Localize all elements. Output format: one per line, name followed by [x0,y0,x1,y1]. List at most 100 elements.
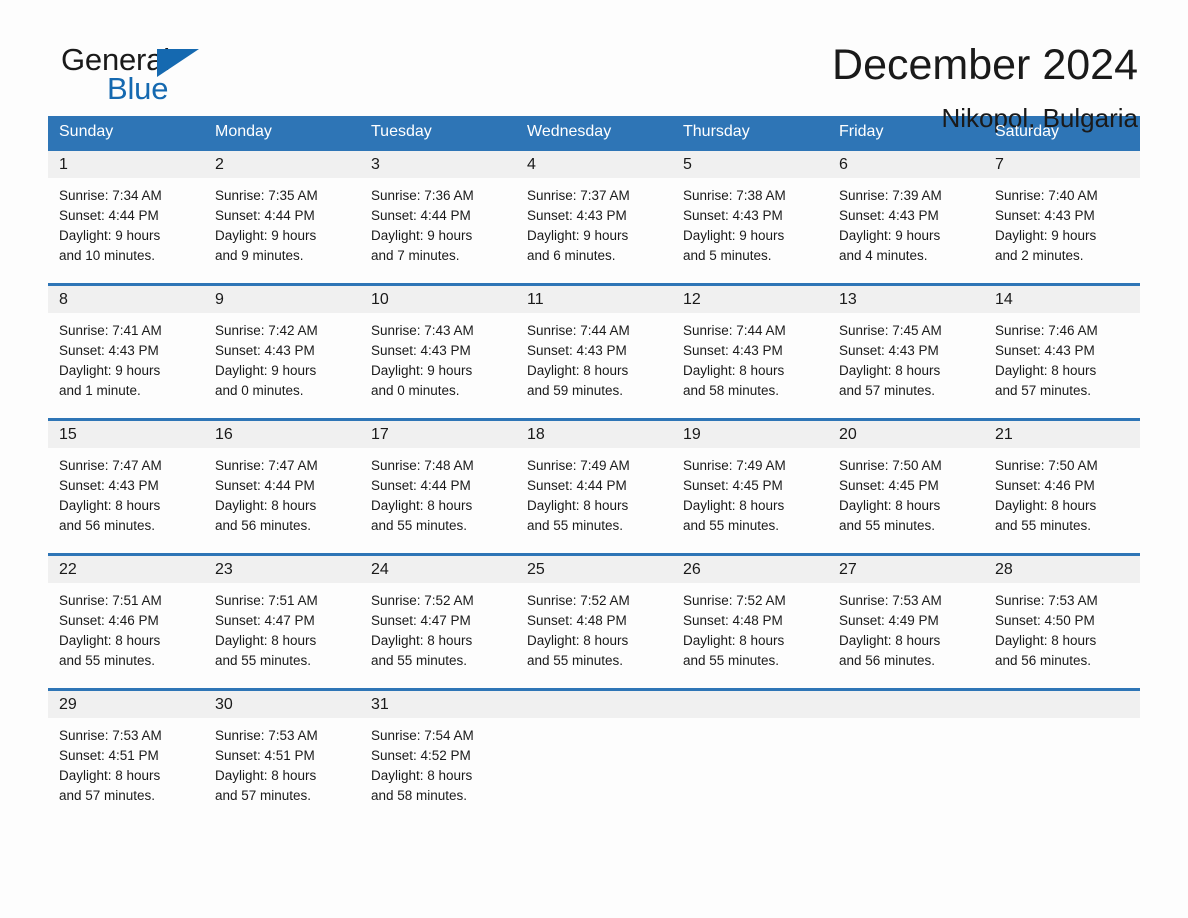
daylight-text-line2: and 56 minutes. [839,653,936,668]
day-details: Sunrise: 7:51 AM Sunset: 4:47 PM Daylight:… [204,583,360,671]
day-details: Sunrise: 7:37 AM Sunset: 4:43 PM Daylight:… [516,178,672,266]
sunrise-text: Sunrise: 7:53 AM [215,728,318,743]
daylight-text-line1: Daylight: 8 hours [59,498,161,513]
sunrise-text: Sunrise: 7:51 AM [59,593,162,608]
day-cell[interactable]: 25 Sunrise: 7:52 AM Sunset: 4:48 PM Dayligh… [516,556,672,685]
day-cell-empty [516,691,672,820]
sunrise-text: Sunrise: 7:40 AM [995,188,1098,203]
daylight-text-line1: Daylight: 8 hours [527,363,629,378]
sunset-text: Sunset: 4:51 PM [215,748,315,763]
day-cell[interactable]: 12 Sunrise: 7:44 AM Sunset: 4:43 PM Dayligh… [672,286,828,415]
day-cell[interactable]: 23 Sunrise: 7:51 AM Sunset: 4:47 PM Dayligh… [204,556,360,685]
day-number: 18 [516,421,672,448]
daylight-text-line1: Daylight: 9 hours [215,228,317,243]
daylight-text-line2: and 56 minutes. [215,518,312,533]
day-details: Sunrise: 7:46 AM Sunset: 4:43 PM Daylight:… [984,313,1140,401]
daylight-text-line2: and 55 minutes. [527,653,624,668]
calendar-grid: Sunday Monday Tuesday Wednesday Thursday… [48,116,1140,820]
day-number: 19 [672,421,828,448]
daylight-text-line1: Daylight: 9 hours [839,228,941,243]
day-cell[interactable]: 2 Sunrise: 7:35 AM Sunset: 4:44 PM Daylight… [204,151,360,280]
page-header: General Blue December 2024 Nikopol, Bulg… [48,0,1140,132]
day-cell[interactable]: 8 Sunrise: 7:41 AM Sunset: 4:43 PM Daylight… [48,286,204,415]
day-cell[interactable]: 20 Sunrise: 7:50 AM Sunset: 4:45 PM Dayligh… [828,421,984,550]
day-cell[interactable]: 24 Sunrise: 7:52 AM Sunset: 4:47 PM Dayligh… [360,556,516,685]
sunset-text: Sunset: 4:48 PM [683,613,783,628]
logo-text-blue: Blue [107,71,169,106]
daylight-text-line2: and 1 minute. [59,383,141,398]
day-cell[interactable]: 16 Sunrise: 7:47 AM Sunset: 4:44 PM Dayligh… [204,421,360,550]
sunrise-text: Sunrise: 7:49 AM [527,458,630,473]
weekday-tuesday: Tuesday [371,123,432,140]
day-cell[interactable]: 15 Sunrise: 7:47 AM Sunset: 4:43 PM Dayligh… [48,421,204,550]
daylight-text-line2: and 58 minutes. [683,383,780,398]
daylight-text-line1: Daylight: 8 hours [683,498,785,513]
daylight-text-line1: Daylight: 8 hours [59,768,161,783]
day-number: 23 [204,556,360,583]
day-cell[interactable]: 22 Sunrise: 7:51 AM Sunset: 4:46 PM Dayligh… [48,556,204,685]
day-number: 7 [984,151,1140,178]
daylight-text-line1: Daylight: 8 hours [995,633,1097,648]
day-cell[interactable]: 17 Sunrise: 7:48 AM Sunset: 4:44 PM Dayligh… [360,421,516,550]
sunrise-text: Sunrise: 7:52 AM [683,593,786,608]
daylight-text-line1: Daylight: 8 hours [527,633,629,648]
daylight-text-line1: Daylight: 8 hours [995,498,1097,513]
weeks-container: 1 Sunrise: 7:34 AM Sunset: 4:44 PM Daylight… [48,148,1140,820]
sunset-text: Sunset: 4:43 PM [995,208,1095,223]
sunrise-text: Sunrise: 7:47 AM [215,458,318,473]
day-number [672,691,828,718]
week-row: 15 Sunrise: 7:47 AM Sunset: 4:43 PM Dayligh… [48,418,1140,550]
day-cell[interactable]: 13 Sunrise: 7:45 AM Sunset: 4:43 PM Dayligh… [828,286,984,415]
week-row: 8 Sunrise: 7:41 AM Sunset: 4:43 PM Daylight… [48,283,1140,415]
day-cell[interactable]: 26 Sunrise: 7:52 AM Sunset: 4:48 PM Dayligh… [672,556,828,685]
week-row: 29 Sunrise: 7:53 AM Sunset: 4:51 PM Dayligh… [48,688,1140,820]
day-cell[interactable]: 29 Sunrise: 7:53 AM Sunset: 4:51 PM Dayligh… [48,691,204,820]
day-details: Sunrise: 7:39 AM Sunset: 4:43 PM Daylight:… [828,178,984,266]
weekday-monday: Monday [215,123,272,140]
day-cell[interactable]: 10 Sunrise: 7:43 AM Sunset: 4:43 PM Dayligh… [360,286,516,415]
daylight-text-line1: Daylight: 8 hours [215,633,317,648]
sunrise-text: Sunrise: 7:43 AM [371,323,474,338]
day-cell[interactable]: 21 Sunrise: 7:50 AM Sunset: 4:46 PM Dayligh… [984,421,1140,550]
weekday-saturday: Saturday [995,123,1060,140]
sunset-text: Sunset: 4:44 PM [215,478,315,493]
daylight-text-line1: Daylight: 8 hours [839,633,941,648]
day-cell[interactable]: 1 Sunrise: 7:34 AM Sunset: 4:44 PM Daylight… [48,151,204,280]
day-cell[interactable]: 11 Sunrise: 7:44 AM Sunset: 4:43 PM Dayligh… [516,286,672,415]
day-cell[interactable]: 31 Sunrise: 7:54 AM Sunset: 4:52 PM Dayligh… [360,691,516,820]
day-cell[interactable]: 6 Sunrise: 7:39 AM Sunset: 4:43 PM Daylight… [828,151,984,280]
day-cell[interactable]: 28 Sunrise: 7:53 AM Sunset: 4:50 PM Dayligh… [984,556,1140,685]
day-cell[interactable]: 18 Sunrise: 7:49 AM Sunset: 4:44 PM Dayligh… [516,421,672,550]
day-details: Sunrise: 7:42 AM Sunset: 4:43 PM Daylight:… [204,313,360,401]
daylight-text-line2: and 55 minutes. [371,653,468,668]
day-cell[interactable]: 5 Sunrise: 7:38 AM Sunset: 4:43 PM Daylight… [672,151,828,280]
day-cell[interactable]: 7 Sunrise: 7:40 AM Sunset: 4:43 PM Daylight… [984,151,1140,280]
sunset-text: Sunset: 4:44 PM [371,478,471,493]
day-number: 17 [360,421,516,448]
day-cell-empty [828,691,984,820]
daylight-text-line1: Daylight: 9 hours [215,363,317,378]
day-number: 27 [828,556,984,583]
week-row: 22 Sunrise: 7:51 AM Sunset: 4:46 PM Dayligh… [48,553,1140,685]
daylight-text-line2: and 5 minutes. [683,248,772,263]
day-cell[interactable]: 3 Sunrise: 7:36 AM Sunset: 4:44 PM Daylight… [360,151,516,280]
sunrise-text: Sunrise: 7:37 AM [527,188,630,203]
day-cell[interactable]: 14 Sunrise: 7:46 AM Sunset: 4:43 PM Dayligh… [984,286,1140,415]
daylight-text-line1: Daylight: 8 hours [683,633,785,648]
day-number: 29 [48,691,204,718]
day-cell[interactable]: 27 Sunrise: 7:53 AM Sunset: 4:49 PM Dayligh… [828,556,984,685]
day-cell[interactable]: 9 Sunrise: 7:42 AM Sunset: 4:43 PM Daylight… [204,286,360,415]
sunrise-text: Sunrise: 7:52 AM [371,593,474,608]
day-cell[interactable]: 30 Sunrise: 7:53 AM Sunset: 4:51 PM Dayligh… [204,691,360,820]
generalblue-logo[interactable]: General Blue [61,44,213,120]
day-details: Sunrise: 7:53 AM Sunset: 4:49 PM Daylight:… [828,583,984,671]
day-details: Sunrise: 7:53 AM Sunset: 4:50 PM Daylight:… [984,583,1140,671]
day-details: Sunrise: 7:47 AM Sunset: 4:44 PM Daylight:… [204,448,360,536]
sunrise-text: Sunrise: 7:53 AM [59,728,162,743]
weekday-friday: Friday [839,123,884,140]
day-number: 14 [984,286,1140,313]
weekday-sunday: Sunday [59,123,114,140]
day-number [516,691,672,718]
day-cell[interactable]: 4 Sunrise: 7:37 AM Sunset: 4:43 PM Daylight… [516,151,672,280]
day-cell[interactable]: 19 Sunrise: 7:49 AM Sunset: 4:45 PM Dayligh… [672,421,828,550]
